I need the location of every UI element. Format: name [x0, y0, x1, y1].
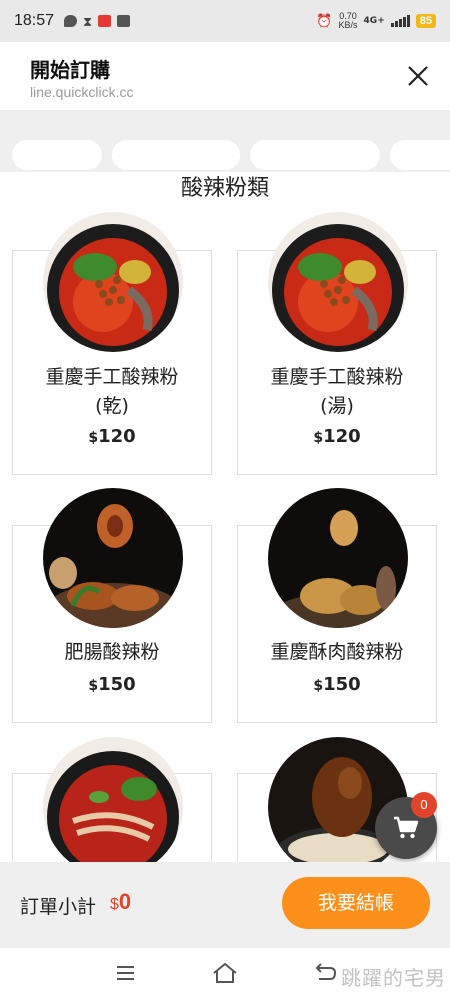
product-name: 重慶酥肉酸辣粉 — [270, 641, 404, 663]
alarm-icon: ⏰ — [316, 13, 333, 29]
hourglass-icon: ⧗ — [83, 15, 93, 30]
category-tab-4[interactable] — [390, 140, 450, 170]
order-summary-bar: 訂單小計 $0 我要結帳 — [0, 862, 450, 948]
battery-indicator: 85 — [415, 14, 436, 28]
shopping-app-icon — [98, 15, 112, 27]
product-photo-fried-pork — [268, 488, 408, 628]
close-button[interactable] — [404, 62, 432, 90]
close-icon — [408, 66, 428, 86]
noodle-bowl-image — [268, 212, 408, 352]
status-bar: 18:57 ⧗ ⏰ 0.70 KB/s 4G+ 85 — [0, 0, 450, 42]
app-icon — [117, 15, 131, 27]
network-type: 4G+ — [363, 16, 385, 26]
nav-back-button[interactable] — [312, 962, 338, 984]
pork-intestine-image — [43, 488, 183, 628]
product-price: $150 — [88, 674, 136, 695]
status-right: ⏰ 0.70 KB/s 4G+ 85 — [316, 12, 436, 30]
product-photo-soup — [268, 212, 408, 352]
category-tab-2[interactable] — [112, 140, 240, 170]
page-title: 開始訂購 — [30, 58, 110, 82]
product-price: $150 — [313, 674, 361, 695]
section-title: 酸辣粉類 — [180, 176, 269, 201]
home-icon — [213, 962, 237, 983]
order-subtotal-value: $0 — [110, 889, 132, 914]
dialog-header: 開始訂購 line.quickclick.cc — [0, 42, 450, 110]
order-subtotal-label: 訂單小計 — [20, 896, 97, 918]
product-name: 肥腸酸辣粉 — [64, 641, 160, 663]
category-tab-1[interactable] — [12, 140, 102, 170]
product-name: 重慶手工酸辣粉 (乾) — [45, 366, 179, 417]
product-price: $120 — [88, 426, 136, 447]
cart-count-badge: 0 — [411, 792, 437, 818]
cart-icon — [394, 816, 419, 839]
category-tab-3[interactable] — [250, 140, 380, 170]
product-photo-dry — [43, 212, 183, 352]
network-speed: 0.70 KB/s — [338, 11, 358, 30]
message-icon — [64, 15, 78, 27]
noodle-bowl-image — [43, 737, 183, 877]
product-name: 重慶手工酸辣粉 (湯) — [270, 366, 404, 417]
product-photo-beef-noodle — [43, 737, 183, 877]
category-tabs — [0, 110, 450, 172]
signal-icon — [390, 15, 410, 27]
menu-icon — [117, 966, 134, 980]
back-icon — [315, 963, 337, 980]
watermark-text: 跳躍的宅男 — [341, 966, 446, 990]
page-url: line.quickclick.cc — [30, 84, 134, 100]
nav-menu-button[interactable] — [113, 962, 139, 984]
nav-home-button[interactable] — [212, 962, 238, 984]
checkout-button[interactable]: 我要結帳 — [282, 877, 430, 929]
noodle-bowl-image — [43, 212, 183, 352]
fried-pork-image — [268, 488, 408, 628]
product-price: $120 — [313, 426, 361, 447]
status-time: 18:57 — [14, 12, 55, 29]
product-photo-intestine — [43, 488, 183, 628]
